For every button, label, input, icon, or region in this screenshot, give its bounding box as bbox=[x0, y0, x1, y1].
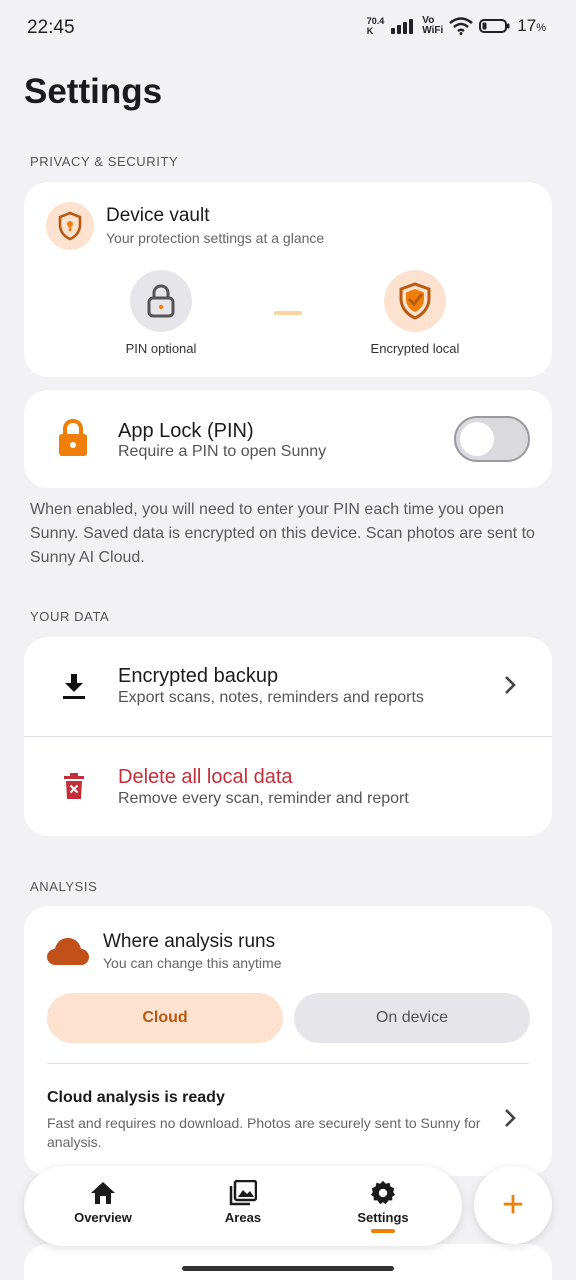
nav-item-areas[interactable]: Areas bbox=[183, 1180, 303, 1225]
network-speed: 70.4 K bbox=[366, 16, 385, 36]
bottom-navigation: Overview Areas Settings bbox=[24, 1166, 462, 1246]
app-lock-card: App Lock (PIN) Require a PIN to open Sun… bbox=[24, 390, 552, 488]
encrypted-backup-row[interactable]: Encrypted backup Export scans, notes, re… bbox=[24, 637, 552, 737]
vowifi-label: Vo WiFi bbox=[422, 15, 444, 36]
pin-status-caption: PIN optional bbox=[125, 341, 197, 356]
nav-item-overview[interactable]: Overview bbox=[43, 1180, 163, 1225]
toggle-knob bbox=[460, 422, 494, 456]
cloud-ready-text: Fast and requires no download. Photos ar… bbox=[47, 1115, 481, 1150]
analysis-title: Where analysis runs bbox=[103, 931, 276, 952]
chevron-right-icon bbox=[502, 1107, 518, 1134]
signal-icon bbox=[391, 19, 414, 34]
chevron-right-icon bbox=[502, 674, 518, 701]
segment-cloud[interactable]: Cloud bbox=[47, 993, 283, 1043]
lock-icon bbox=[56, 418, 90, 463]
status-time: 22:45 bbox=[27, 17, 75, 38]
add-button[interactable]: + bbox=[474, 1166, 552, 1244]
app-lock-toggle[interactable] bbox=[454, 416, 530, 462]
analysis-subtitle: You can change this anytime bbox=[103, 955, 282, 971]
status-icons: 70.4 K Vo WiFi 17% bbox=[366, 15, 546, 37]
vault-title: Device vault bbox=[106, 205, 210, 226]
delete-data-row[interactable]: Delete all local data Remove every scan,… bbox=[24, 737, 552, 836]
padlock-icon bbox=[130, 270, 192, 332]
download-icon bbox=[62, 672, 86, 705]
backup-title: Encrypted backup bbox=[118, 665, 279, 687]
status-connector bbox=[274, 311, 302, 315]
segment-on-device[interactable]: On device bbox=[294, 993, 530, 1043]
cloud-icon bbox=[46, 936, 90, 971]
analysis-divider bbox=[47, 1063, 529, 1064]
shield-lock-icon bbox=[46, 202, 94, 250]
gear-icon bbox=[370, 1180, 396, 1205]
cloud-ready-row[interactable]: Cloud analysis is ready Fast and require… bbox=[24, 1076, 552, 1176]
encrypted-status-caption: Encrypted local bbox=[370, 341, 460, 356]
delete-title: Delete all local data bbox=[118, 766, 293, 788]
vault-subtitle: Your protection settings at a glance bbox=[106, 230, 325, 246]
page-title: Settings bbox=[24, 72, 163, 111]
delete-subtitle: Remove every scan, reminder and report bbox=[118, 790, 409, 807]
battery-icon bbox=[479, 19, 510, 33]
home-icon bbox=[91, 1182, 115, 1204]
section-label-analysis: ANALYSIS bbox=[30, 879, 98, 894]
home-indicator[interactable] bbox=[182, 1266, 394, 1271]
trash-icon bbox=[63, 772, 85, 805]
wifi-icon bbox=[449, 17, 474, 35]
app-lock-info-text: When enabled, you will need to enter you… bbox=[30, 501, 535, 566]
nav-item-settings[interactable]: Settings bbox=[323, 1180, 443, 1233]
next-card-peek bbox=[24, 1244, 552, 1280]
analysis-card: Where analysis runs You can change this … bbox=[24, 906, 552, 1176]
section-label-privacy: PRIVACY & SECURITY bbox=[30, 154, 179, 169]
section-label-your-data: YOUR DATA bbox=[30, 609, 110, 624]
active-tab-indicator bbox=[371, 1229, 395, 1233]
device-vault-card: Device vault Your protection settings at… bbox=[24, 182, 552, 377]
gallery-icon bbox=[229, 1180, 257, 1206]
cloud-ready-title: Cloud analysis is ready bbox=[47, 1089, 225, 1106]
app-lock-title: App Lock (PIN) bbox=[118, 420, 254, 442]
your-data-card: Encrypted backup Export scans, notes, re… bbox=[24, 637, 552, 836]
battery-percent: 17% bbox=[517, 16, 546, 35]
shield-check-icon bbox=[384, 270, 446, 332]
backup-subtitle: Export scans, notes, reminders and repor… bbox=[118, 689, 424, 706]
app-lock-subtitle: Require a PIN to open Sunny bbox=[118, 443, 327, 460]
